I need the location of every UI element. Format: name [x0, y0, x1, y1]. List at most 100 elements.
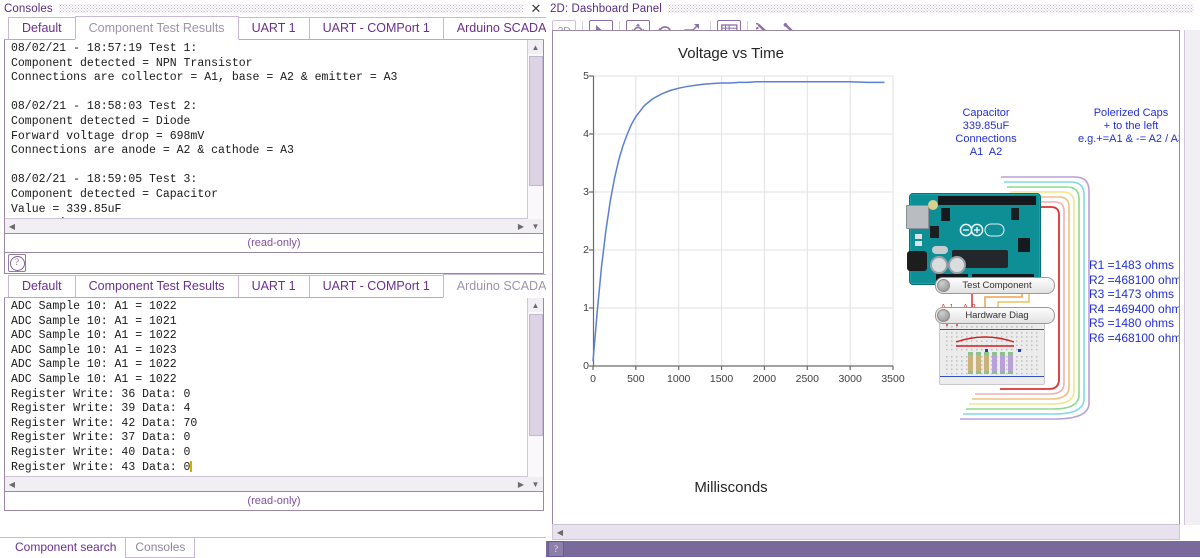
text-caret — [190, 461, 192, 472]
chart-title: Voltage vs Time — [571, 45, 891, 62]
tab2-arduino-scada[interactable]: Arduino SCADA — [443, 274, 561, 298]
console-top: Default Component Test Results UART 1 UA… — [4, 18, 544, 274]
scroll-thumb[interactable] — [529, 314, 543, 436]
scroll-right-icon[interactable]: ▶ — [514, 222, 528, 231]
breadboard-jumper-icon — [940, 322, 1044, 384]
tab-component-test-results[interactable]: Component Test Results — [75, 16, 239, 40]
scroll-track[interactable] — [528, 54, 543, 219]
resistor-values-annotation: R1 =1483 ohms R2 =468100 ohms R3 =1473 o… — [1089, 258, 1180, 345]
console-top-vertical-scrollbar[interactable]: ▲ ▼ — [527, 40, 543, 233]
consoles-panel: Consoles ✕ Default Component Test Result… — [0, 0, 546, 557]
console-top-statusrow: ? — [4, 253, 544, 274]
hardware-diag-toggle[interactable]: Hardware Diag — [935, 307, 1055, 324]
application-window: Consoles ✕ Default Component Test Result… — [0, 0, 1200, 557]
dock-tab-component-search[interactable]: Component search — [6, 538, 125, 557]
panel-drag-gripper[interactable] — [59, 4, 523, 13]
voltage-chart: Voltage vs Time Millisconds 0 1 2 3 4 5 0 500 1… — [571, 39, 931, 509]
test-component-toggle[interactable]: Test Component — [935, 277, 1055, 294]
chart-y-tick: 1 — [583, 302, 589, 314]
chart-y-tick: 2 — [583, 244, 589, 256]
polarized-caps-annotation: Polerized Caps + to the left e.g.+=A1 & … — [1051, 107, 1180, 146]
console-top-readonly-row: (read-only) — [4, 234, 544, 253]
consoles-panel-title: Consoles — [4, 3, 53, 15]
tab-default[interactable]: Default — [8, 17, 76, 39]
breadboard — [939, 321, 1045, 385]
tab-uart-comport-1[interactable]: UART - COMPort 1 — [309, 17, 444, 39]
tab-arduino-scada[interactable]: Arduino SCADA — [443, 17, 561, 39]
scroll-left-icon[interactable]: ◀ — [5, 480, 19, 489]
crystal-oscillator — [932, 246, 948, 254]
console-top-readonly-label: (read-only) — [5, 237, 543, 249]
scroll-left-icon[interactable]: ◀ — [553, 528, 567, 537]
chart-x-tick: 0 — [590, 373, 596, 385]
chart-x-tick: 2000 — [753, 373, 776, 385]
chart-x-tick: 1500 — [710, 373, 733, 385]
tab2-uart-1[interactable]: UART 1 — [238, 275, 310, 297]
chart-y-tick: 5 — [583, 70, 589, 82]
chart-svg — [593, 76, 893, 366]
tab2-uart-comport-1[interactable]: UART - COMPort 1 — [309, 275, 444, 297]
console-bottom-readonly-row: (read-only) — [4, 492, 544, 511]
scroll-track[interactable] — [528, 312, 543, 477]
console-bottom-tabbar: Default Component Test Results UART 1 UA… — [4, 276, 544, 298]
consoles-panel-titlebar: Consoles ✕ — [0, 0, 546, 17]
chart-series-line — [593, 82, 884, 362]
chart-y-tick: 4 — [583, 128, 589, 140]
chart-x-tick: 2500 — [796, 373, 819, 385]
scroll-up-icon[interactable]: ▲ — [528, 40, 543, 54]
chart-x-tick: 3000 — [838, 373, 861, 385]
scroll-left-icon[interactable]: ◀ — [5, 222, 19, 231]
console-top-output: 08/02/21 - 18:57:19 Test 1: Component de… — [11, 42, 521, 233]
chart-x-tick: 1000 — [667, 373, 690, 385]
tab2-default[interactable]: Default — [8, 275, 76, 297]
scroll-down-icon[interactable]: ▼ — [528, 219, 543, 233]
console-bottom-body: ADC Sample 10: A1 = 1022 ADC Sample 10: … — [4, 298, 544, 492]
chart-y-tick: 0 — [583, 360, 589, 372]
dashboard-drag-gripper[interactable] — [668, 4, 1194, 13]
console-top-horizontal-scrollbar[interactable]: ◀ ▶ — [5, 218, 528, 233]
status-bar: ? — [546, 541, 1200, 557]
dashboard-canvas[interactable]: Voltage vs Time Millisconds 0 1 2 3 4 5 0 500 1… — [552, 30, 1180, 525]
usb-connector — [906, 205, 929, 229]
bottom-dock-tabbar: Component search Consoles — [0, 537, 546, 557]
dashboard-vertical-scrollbar[interactable] — [1184, 30, 1200, 525]
hardware-diag-toggle-label: Hardware Diag — [950, 310, 1054, 321]
chart-x-tick: 3500 — [881, 373, 904, 385]
dock-tab-consoles[interactable]: Consoles — [125, 538, 195, 558]
console-top-body: 08/02/21 - 18:57:19 Test 1: Component de… — [4, 40, 544, 234]
arduino-logo-icon — [958, 222, 1006, 238]
digital-header — [938, 196, 1036, 205]
dashboard-panel-titlebar: 2D: Dashboard Panel — [546, 0, 1200, 17]
chart-plot-area — [593, 76, 893, 366]
toggle-knob[interactable] — [937, 309, 950, 322]
chart-y-tick: 3 — [583, 186, 589, 198]
chart-x-axis-label: Millisconds — [571, 479, 891, 496]
scroll-down-icon[interactable]: ▼ — [528, 477, 543, 491]
dashboard-panel-title: 2D: Dashboard Panel — [550, 3, 662, 15]
power-jack — [907, 251, 927, 271]
arduino-wiring-diagram: A1 A2 — [905, 171, 1095, 431]
scroll-thumb[interactable] — [529, 56, 543, 186]
test-component-toggle-label: Test Component — [950, 280, 1054, 291]
help-icon[interactable]: ? — [548, 541, 564, 557]
tab-uart-1[interactable]: UART 1 — [238, 17, 310, 39]
console-bottom-readonly-label: (read-only) — [5, 495, 543, 507]
scroll-up-icon[interactable]: ▲ — [528, 298, 543, 312]
console-top-tabbar: Default Component Test Results UART 1 UA… — [4, 18, 544, 40]
console-bottom-horizontal-scrollbar[interactable]: ◀ ▶ — [5, 476, 528, 491]
arduino-uno-board — [909, 193, 1041, 285]
dashboard-panel: 2D: Dashboard Panel 2D — [546, 0, 1200, 557]
chart-y-tick-labels: 012345 — [571, 76, 589, 366]
help-icon[interactable]: ? — [8, 254, 26, 272]
toggle-knob[interactable] — [937, 279, 950, 292]
console-bottom-output: ADC Sample 10: A1 = 1022 ADC Sample 10: … — [11, 300, 521, 491]
chart-x-tick-labels: 0500100015002000250030003500 — [593, 371, 893, 387]
console-bottom: Default Component Test Results UART 1 UA… — [4, 276, 544, 532]
close-icon[interactable]: ✕ — [529, 3, 543, 14]
tab2-component-test-results[interactable]: Component Test Results — [75, 275, 239, 297]
capacitor-annotation: Capacitor 339.85uF Connections A1 A2 — [931, 107, 1041, 159]
console-bottom-vertical-scrollbar[interactable]: ▲ ▼ — [527, 298, 543, 491]
dashboard-horizontal-scrollbar[interactable]: ◀ — [552, 524, 1180, 540]
scroll-right-icon[interactable]: ▶ — [514, 480, 528, 489]
chart-x-tick: 500 — [627, 373, 645, 385]
